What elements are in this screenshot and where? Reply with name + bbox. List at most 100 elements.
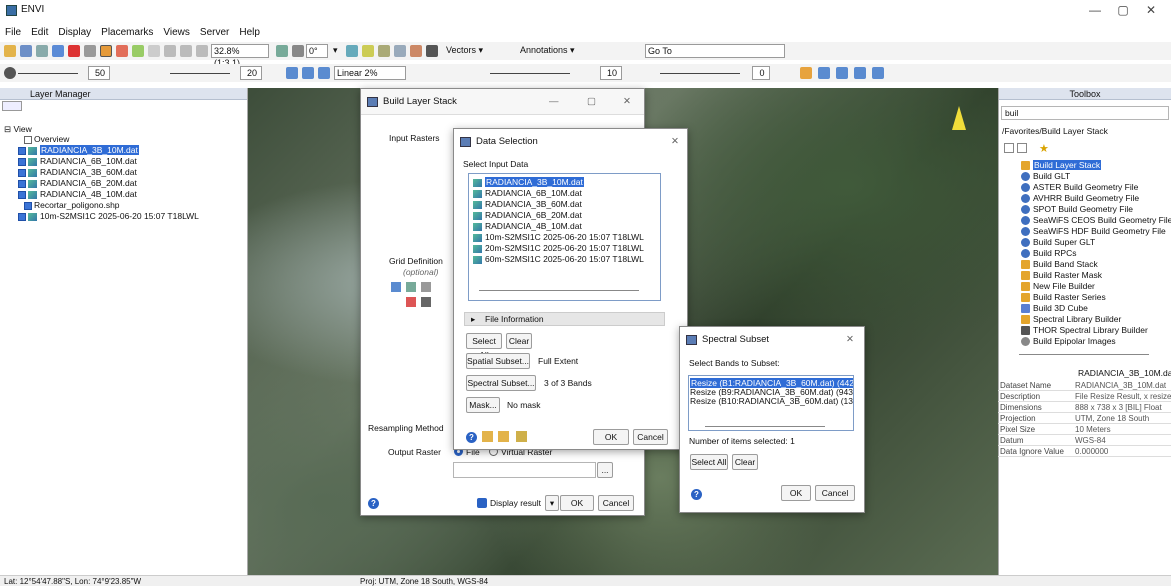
contrast-value[interactable]: 20 xyxy=(240,66,262,80)
input-file-item[interactable]: 20m-S2MSI1C 2025-06-20 15:07 T18LWL xyxy=(473,243,644,253)
data-selection-close-button[interactable]: ✕ xyxy=(671,129,679,155)
cursor-icon[interactable] xyxy=(84,45,96,57)
reset-icon[interactable] xyxy=(318,67,330,79)
tool-new-file-builder[interactable]: New File Builder xyxy=(1021,281,1095,292)
grid-edit-icon[interactable] xyxy=(406,297,416,307)
open-file-icon[interactable] xyxy=(4,45,16,57)
rotate-view-icon[interactable] xyxy=(276,45,288,57)
tool-build-raster-mask[interactable]: Build Raster Mask xyxy=(1021,270,1102,281)
zoom-in-icon[interactable] xyxy=(164,45,176,57)
toolbox-search-input[interactable]: buil xyxy=(1001,106,1169,120)
layer-radiancia-4b-10m[interactable]: RADIANCIA_4B_10M.dat xyxy=(18,189,137,199)
band-list-scrollbar[interactable] xyxy=(705,426,825,427)
zoom-out-icon[interactable] xyxy=(180,45,192,57)
stretch-combo[interactable]: Linear 2% xyxy=(334,66,406,80)
menu-server[interactable]: Server xyxy=(200,27,229,38)
menu-placemarks[interactable]: Placemarks xyxy=(101,27,153,38)
spatial-subset-button[interactable]: Spatial Subset... xyxy=(466,353,530,369)
file-information-expander[interactable]: ▸ File Information xyxy=(464,312,665,326)
blend-icon[interactable] xyxy=(394,45,406,57)
spectral-subset-button[interactable]: Spectral Subset... xyxy=(466,375,536,391)
zoom-icon[interactable] xyxy=(148,45,160,57)
menu-display[interactable]: Display xyxy=(58,27,91,38)
mask-button[interactable]: Mask... xyxy=(466,397,500,413)
rotation-icon[interactable] xyxy=(292,45,304,57)
layer-radiancia-3b-60m[interactable]: RADIANCIA_3B_60M.dat xyxy=(18,167,137,177)
zoom-combo[interactable]: 32.8% (1:3.1) xyxy=(211,44,269,68)
clear-button[interactable]: Clear xyxy=(732,454,758,470)
grid-reset-icon[interactable] xyxy=(421,297,431,307)
tool-spectral-library-builder[interactable]: Spectral Library Builder xyxy=(1021,314,1121,325)
cancel-button[interactable]: Cancel xyxy=(815,485,855,501)
sharpen-value[interactable]: 10 xyxy=(600,66,622,80)
input-file-item[interactable]: RADIANCIA_3B_10M.dat xyxy=(473,177,584,187)
menu-file[interactable]: File xyxy=(5,27,21,38)
select-all-button[interactable]: Select All xyxy=(466,333,502,360)
tool-seawifs-ceos[interactable]: SeaWiFS CEOS Build Geometry File xyxy=(1021,215,1171,226)
fixed-zoom-icon[interactable] xyxy=(196,45,208,57)
fly-icon[interactable] xyxy=(116,45,128,57)
flicker-icon[interactable] xyxy=(362,45,374,57)
crosshair-icon[interactable] xyxy=(426,45,438,57)
cancel-button[interactable]: Cancel xyxy=(633,429,668,445)
ok-button[interactable]: OK xyxy=(781,485,811,501)
display-result-checkbox[interactable] xyxy=(477,498,487,508)
layer-recortar-poligono[interactable]: Recortar_poligono.shp xyxy=(24,200,120,210)
dialog-minimize-button[interactable]: — xyxy=(549,89,559,115)
data-manager-icon[interactable] xyxy=(20,45,32,57)
swipe-icon[interactable] xyxy=(378,45,390,57)
layout-icon[interactable] xyxy=(836,67,848,79)
ok-button[interactable]: OK xyxy=(560,495,594,511)
dialog-maximize-button[interactable]: ▢ xyxy=(587,89,596,115)
input-file-item[interactable]: 10m-S2MSI1C 2025-06-20 15:07 T18LWL xyxy=(473,232,644,242)
maximize-button[interactable]: ▢ xyxy=(1111,3,1135,17)
chart-icon[interactable] xyxy=(800,67,812,79)
brightness-value[interactable]: 50 xyxy=(88,66,110,80)
tool-build-raster-series[interactable]: Build Raster Series xyxy=(1021,292,1106,303)
input-file-item[interactable]: RADIANCIA_6B_20M.dat xyxy=(473,210,582,220)
help-icon[interactable]: ? xyxy=(466,432,477,443)
layer-radiancia-3b-10m[interactable]: RADIANCIA_3B_10M.dat xyxy=(18,145,139,155)
ok-button[interactable]: OK xyxy=(593,429,629,445)
help-icon[interactable]: ? xyxy=(691,489,702,500)
layer-radiancia-6b-10m[interactable]: RADIANCIA_6B_10M.dat xyxy=(18,156,137,166)
tool-build-epipolar-images[interactable]: Build Epipolar Images xyxy=(1021,336,1116,347)
input-file-item[interactable]: RADIANCIA_6B_10M.dat xyxy=(473,188,582,198)
goto-combo[interactable]: Go To xyxy=(645,44,785,58)
tool-spot-geometry[interactable]: SPOT Build Geometry File xyxy=(1021,204,1133,215)
layer-radiancia-6b-20m[interactable]: RADIANCIA_6B_20M.dat xyxy=(18,178,137,188)
open-folder-icon[interactable] xyxy=(482,431,493,442)
tool-thor-spectral-library[interactable]: THOR Spectral Library Builder xyxy=(1021,325,1148,336)
input-file-item[interactable]: RADIANCIA_3B_60M.dat xyxy=(473,199,582,209)
tool-build-layer-stack[interactable]: Build Layer Stack xyxy=(1021,160,1102,171)
tool-seawifs-hdf[interactable]: SeaWiFS HDF Build Geometry File xyxy=(1021,226,1166,237)
tool-build-rpcs[interactable]: Build RPCs xyxy=(1021,248,1076,259)
select-icon[interactable] xyxy=(52,45,64,57)
grid-reference-icon[interactable] xyxy=(406,282,416,292)
transparency-value[interactable]: 0 xyxy=(752,66,770,80)
tool-build-3d-cube[interactable]: Build 3D Cube xyxy=(1021,303,1088,314)
grid-icon[interactable] xyxy=(854,67,866,79)
pin-icon[interactable] xyxy=(68,45,80,57)
portal-view-icon[interactable] xyxy=(872,67,884,79)
output-file-field[interactable] xyxy=(453,462,596,478)
input-file-item[interactable]: RADIANCIA_4B_10M.dat xyxy=(473,221,582,231)
portal-icon[interactable] xyxy=(410,45,422,57)
tool-aster-geometry[interactable]: ASTER Build Geometry File xyxy=(1021,182,1138,193)
display-icon[interactable] xyxy=(36,45,48,57)
options-dropdown-button[interactable]: ▾ xyxy=(545,495,559,511)
menu-edit[interactable]: Edit xyxy=(31,27,48,38)
vectors-menu[interactable]: Vectors ▾ xyxy=(446,45,483,56)
rotate-icon[interactable] xyxy=(132,45,144,57)
tool-build-band-stack[interactable]: Build Band Stack xyxy=(1021,259,1098,270)
list-scrollbar[interactable] xyxy=(479,290,639,291)
grid-file-icon[interactable] xyxy=(421,282,431,292)
spectral-subset-close-button[interactable]: ✕ xyxy=(846,327,854,353)
dialog-close-button[interactable]: ✕ xyxy=(623,89,631,115)
tool-avhrr-geometry[interactable]: AVHRR Build Geometry File xyxy=(1021,193,1139,204)
clear-button[interactable]: Clear xyxy=(506,333,532,349)
minimize-button[interactable]: — xyxy=(1083,3,1107,17)
browse-button[interactable]: ... xyxy=(597,462,613,478)
view-icon[interactable] xyxy=(818,67,830,79)
annotations-menu[interactable]: Annotations ▾ xyxy=(520,45,575,56)
